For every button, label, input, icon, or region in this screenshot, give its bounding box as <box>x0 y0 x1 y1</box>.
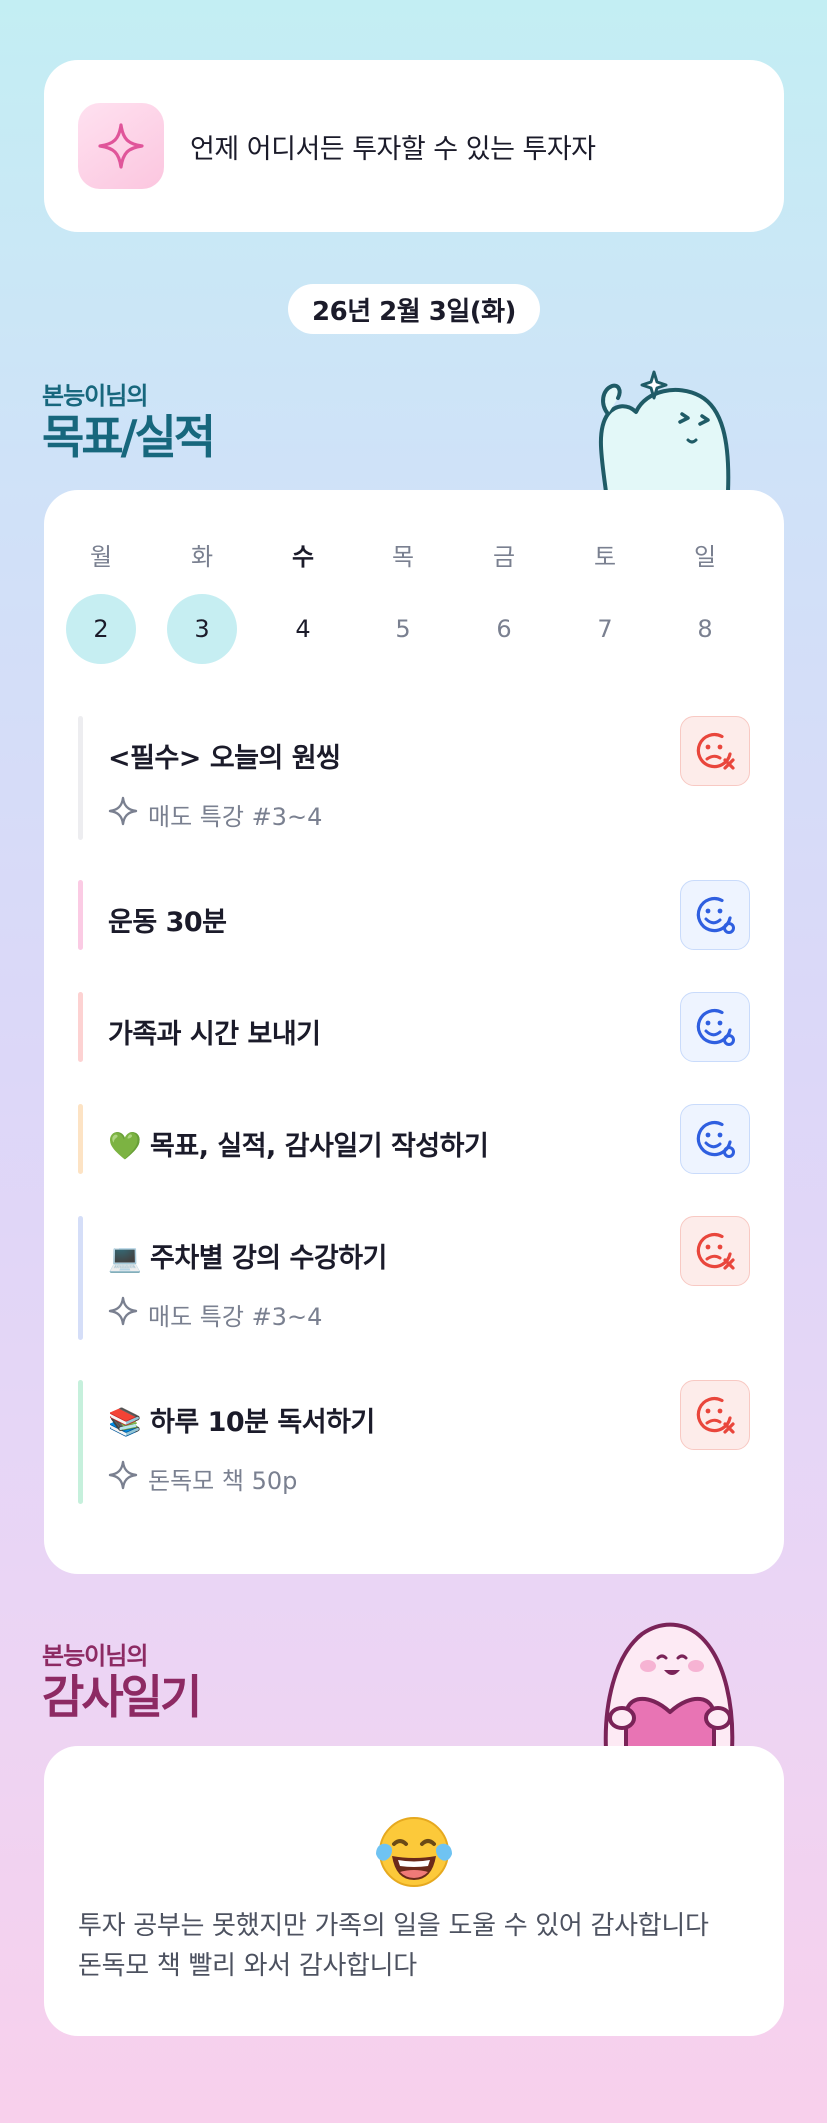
status-failed-button[interactable] <box>680 1216 750 1286</box>
day-label: 일 <box>693 543 717 571</box>
day-label: 월 <box>89 543 113 571</box>
goal-item[interactable]: 가족과 시간 보내기 <box>78 992 750 1062</box>
day-number: 3 <box>167 594 237 664</box>
day-label: 목 <box>391 543 415 571</box>
day-tue[interactable]: 화 3 <box>167 542 237 664</box>
day-label: 수 <box>291 543 315 571</box>
day-number: 7 <box>597 615 613 643</box>
goal-item[interactable]: 💚 목표, 실적, 감사일기 작성하기 <box>78 1104 750 1174</box>
day-label: 금 <box>492 543 516 571</box>
tears-of-joy-emoji-icon <box>44 1810 784 1898</box>
goal-color-bar <box>78 1380 83 1504</box>
sparkle-icon <box>78 103 164 189</box>
gratitude-card[interactable]: 투자 공부는 못했지만 가족의 일을 도울 수 있어 감사합니다 돈독모 책 빨… <box>44 1746 784 2036</box>
goal-color-bar <box>78 716 83 840</box>
sparkle-icon <box>108 1460 138 1496</box>
goal-item[interactable]: <필수> 오늘의 원씽 매도 특강 #3~4 <box>78 716 750 840</box>
goal-title: 가족과 시간 보내기 <box>108 1019 321 1050</box>
goal-title: 💚 목표, 실적, 감사일기 작성하기 <box>108 1131 489 1162</box>
goal-subtask: 매도 특강 #3~4 <box>108 1296 322 1332</box>
date-selector[interactable]: 26년 2월 3일(화) <box>288 284 540 334</box>
goal-title: 운동 30분 <box>108 907 227 938</box>
goal-subtask: 매도 특강 #3~4 <box>108 796 322 832</box>
smile-face-icon <box>696 897 735 934</box>
goals-section-title: 본능이님의 목표/실적 <box>42 376 216 464</box>
smile-face-icon <box>696 1009 735 1046</box>
day-wed[interactable]: 수 4 <box>268 542 338 664</box>
status-complete-button[interactable] <box>680 1104 750 1174</box>
status-complete-button[interactable] <box>680 992 750 1062</box>
day-label: 화 <box>190 543 214 571</box>
sad-face-icon <box>696 733 735 770</box>
goal-title: <필수> 오늘의 원씽 <box>108 743 341 774</box>
goal-item[interactable]: 💻 주차별 강의 수강하기 매도 특강 #3~4 <box>78 1216 750 1340</box>
gratitude-section-heading: 감사일기 <box>42 1670 202 1724</box>
goal-color-bar <box>78 992 83 1062</box>
gratitude-section-subtitle: 본능이님의 <box>42 1642 148 1670</box>
goal-title: 📚 하루 10분 독서하기 <box>108 1407 375 1438</box>
day-number: 6 <box>496 615 512 643</box>
sad-face-icon <box>696 1397 735 1434</box>
goal-item[interactable]: 📚 하루 10분 독서하기 돈독모 책 50p <box>78 1380 750 1504</box>
status-failed-button[interactable] <box>680 1380 750 1450</box>
day-mon[interactable]: 월 2 <box>66 542 136 664</box>
day-number: 8 <box>697 615 713 643</box>
motto-text: 언제 어디서든 투자할 수 있는 투자자 <box>190 133 596 165</box>
day-number: 2 <box>66 594 136 664</box>
day-fri[interactable]: 금 6 <box>469 542 539 664</box>
gratitude-entry: 투자 공부는 못했지만 가족의 일을 도울 수 있어 감사합니다 돈독모 책 빨… <box>78 1906 758 1986</box>
goals-section-heading: 목표/실적 <box>42 410 216 464</box>
sad-face-icon <box>696 1233 735 1270</box>
goal-subtask: 돈독모 책 50p <box>108 1460 297 1496</box>
goal-subtask-label: 매도 특강 #3~4 <box>148 1302 323 1331</box>
sparkle-icon <box>108 796 138 832</box>
goals-card: 월 2 화 3 수 4 목 5 금 6 토 7 일 8 <필수> 오늘의 원씽 … <box>44 490 784 1574</box>
smile-face-icon <box>696 1121 735 1158</box>
day-number: 5 <box>395 615 411 643</box>
goal-color-bar <box>78 1216 83 1340</box>
sparkle-icon <box>108 1296 138 1332</box>
day-sat[interactable]: 토 7 <box>570 542 640 664</box>
gratitude-section-title: 본능이님의 감사일기 <box>42 1636 202 1724</box>
goal-subtask-label: 돈독모 책 50p <box>148 1466 298 1495</box>
motto-card: 언제 어디서든 투자할 수 있는 투자자 <box>44 60 784 232</box>
goal-color-bar <box>78 880 83 950</box>
day-thu[interactable]: 목 5 <box>368 542 438 664</box>
gratitude-line: 돈독모 책 빨리 와서 감사합니다 <box>78 1951 417 1981</box>
goal-title: 💻 주차별 강의 수강하기 <box>108 1243 387 1274</box>
mascot-heart-illustration <box>586 1616 752 1754</box>
status-failed-button[interactable] <box>680 716 750 786</box>
day-sun[interactable]: 일 8 <box>670 542 740 664</box>
goal-subtask-label: 매도 특강 #3~4 <box>148 802 323 831</box>
goal-color-bar <box>78 1104 83 1174</box>
day-label: 토 <box>593 543 617 571</box>
goal-item[interactable]: 운동 30분 <box>78 880 750 950</box>
day-number: 4 <box>295 615 311 643</box>
goals-section-subtitle: 본능이님의 <box>42 382 148 410</box>
status-complete-button[interactable] <box>680 880 750 950</box>
gratitude-line: 투자 공부는 못했지만 가족의 일을 도울 수 있어 감사합니다 <box>78 1911 709 1941</box>
mascot-waving-illustration <box>588 360 748 496</box>
